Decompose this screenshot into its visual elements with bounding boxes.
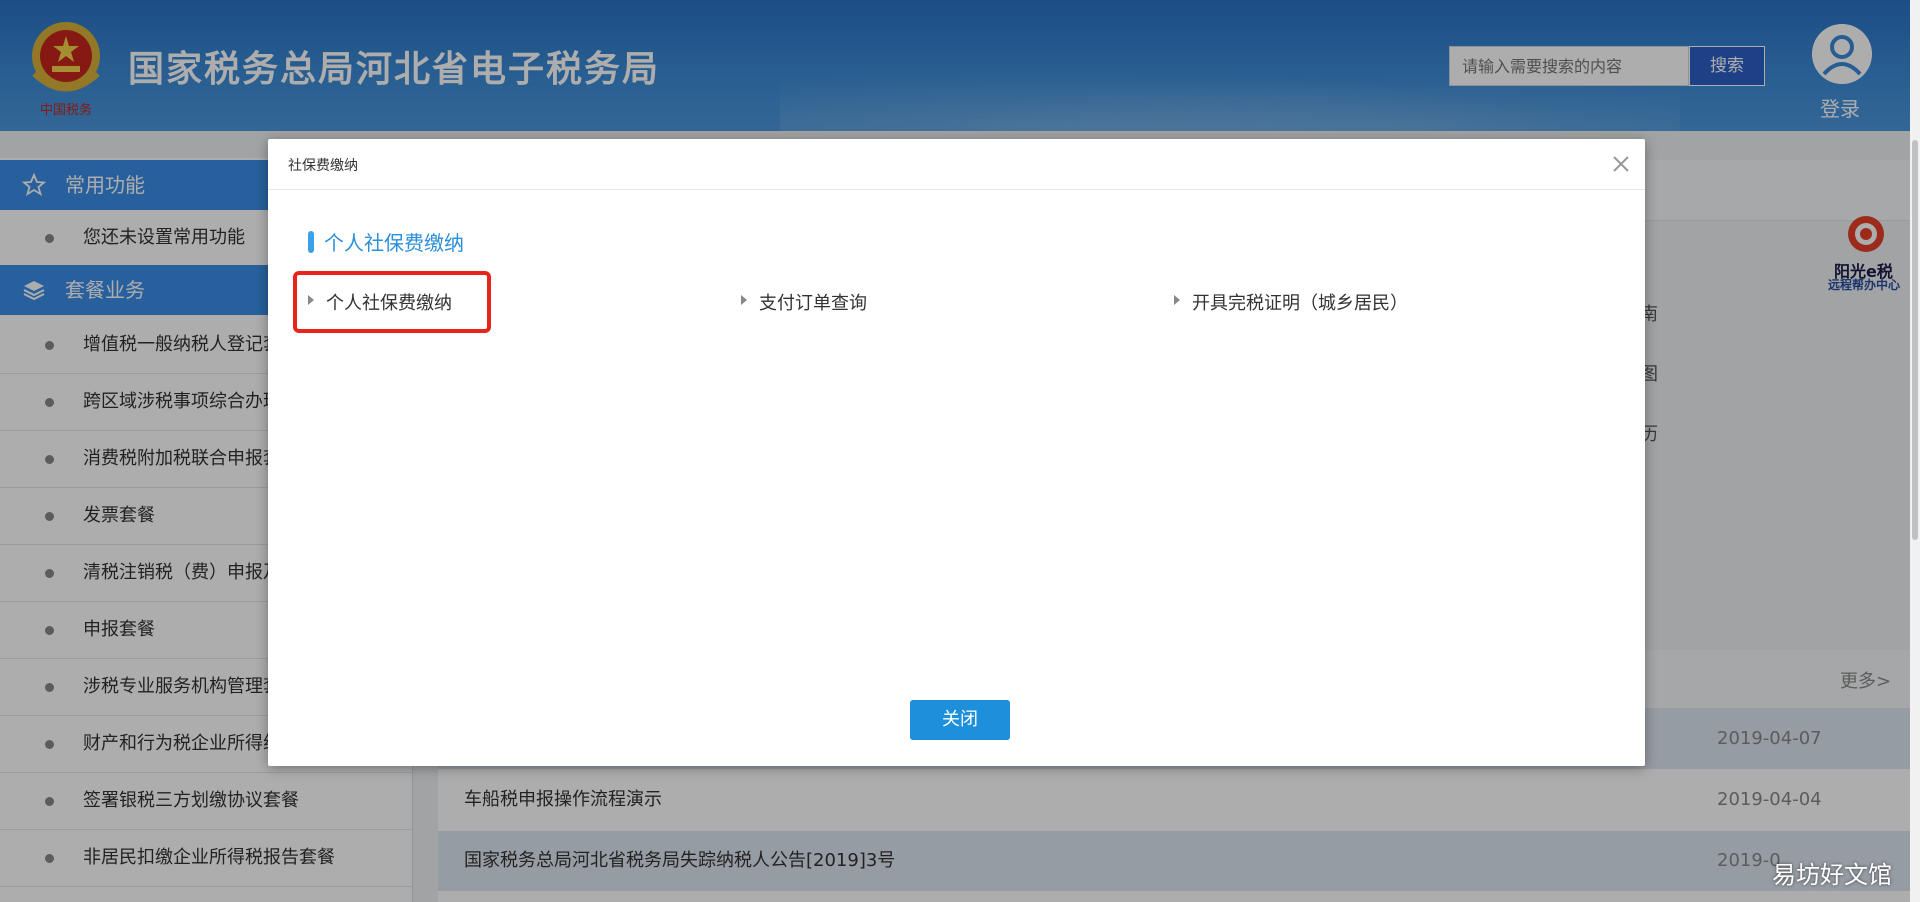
dialog-header: 社保费缴纳 (268, 139, 1645, 190)
close-icon[interactable] (1610, 153, 1632, 175)
section-marker (308, 231, 314, 253)
section-title: 个人社保费缴纳 (324, 231, 464, 255)
watermark: 易坊好文馆 (1772, 861, 1892, 889)
dialog-title: 社保费缴纳 (288, 158, 358, 174)
link-payment-order-query[interactable]: 支付订单查询 (741, 289, 867, 315)
link-label: 个人社保费缴纳 (326, 293, 452, 314)
social-insurance-dialog: 社保费缴纳 个人社保费缴纳 个人社保费缴纳 支付订单查询 开具完税证明（城乡居民… (268, 139, 1645, 766)
caret-right-icon (1174, 295, 1180, 305)
link-tax-certificate[interactable]: 开具完税证明（城乡居民） (1174, 289, 1408, 315)
page-scrollbar-thumb[interactable] (1912, 140, 1918, 540)
link-personal-social-insurance[interactable]: 个人社保费缴纳 (308, 289, 452, 315)
link-label: 开具完税证明（城乡居民） (1192, 293, 1408, 314)
link-label: 支付订单查询 (759, 293, 867, 314)
close-button[interactable]: 关闭 (910, 700, 1010, 740)
caret-right-icon (308, 295, 314, 305)
caret-right-icon (741, 295, 747, 305)
